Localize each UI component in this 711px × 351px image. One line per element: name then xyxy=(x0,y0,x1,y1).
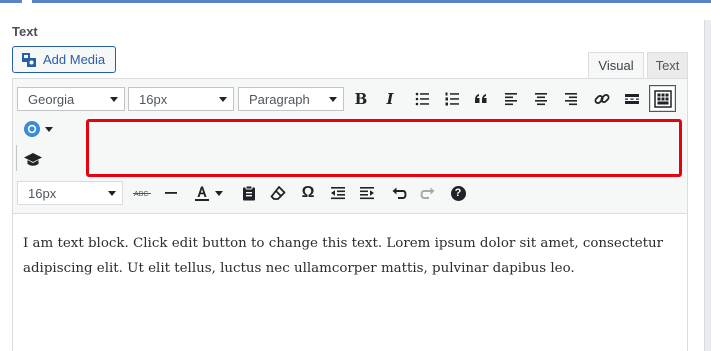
graduation-cap-icon xyxy=(24,153,42,166)
format-select[interactable]: Paragraph xyxy=(238,87,344,111)
numbered-list-button[interactable] xyxy=(440,87,464,111)
top-accent-bar xyxy=(0,0,711,3)
quote-icon xyxy=(475,94,487,103)
rich-text-editor: Georgia 16px Paragraph B I 16px ABC Ω ? … xyxy=(12,78,688,351)
strikethrough-icon: ABC xyxy=(133,191,151,198)
horizontal-line-button[interactable] xyxy=(159,181,183,205)
paste-as-text-button[interactable] xyxy=(237,181,261,205)
help-icon: ? xyxy=(450,185,466,201)
chevron-down-icon xyxy=(215,190,223,196)
top-accent-notch xyxy=(22,0,32,3)
redo-icon xyxy=(420,187,435,199)
font-size-select-secondary[interactable]: 16px xyxy=(17,181,123,205)
font-size-value-secondary: 16px xyxy=(28,185,57,201)
align-right-icon xyxy=(565,93,577,106)
font-size-select[interactable]: 16px xyxy=(128,87,234,111)
italic-button[interactable]: I xyxy=(378,87,402,111)
strikethrough-button[interactable]: ABC xyxy=(130,181,154,205)
editor-toolbar: Georgia 16px Paragraph B I 16px ABC Ω ? xyxy=(13,79,687,214)
insert-link-button[interactable] xyxy=(590,87,614,111)
chevron-down-icon xyxy=(110,97,118,102)
toolbar-divider xyxy=(16,145,17,171)
indent-icon xyxy=(360,187,374,200)
tab-text[interactable]: Text xyxy=(647,52,688,78)
editor-content[interactable]: I am text block. Click edit button to ch… xyxy=(23,231,671,281)
chevron-down-icon xyxy=(329,97,337,102)
font-family-value: Georgia xyxy=(28,91,75,107)
chevron-down-icon xyxy=(45,126,53,132)
plugin-circle-icon xyxy=(24,121,40,137)
read-more-button[interactable] xyxy=(620,87,644,111)
add-media-label: Add Media xyxy=(43,52,106,67)
link-icon xyxy=(594,94,610,104)
font-family-select[interactable]: Georgia xyxy=(17,87,125,111)
font-size-value: 16px xyxy=(139,91,168,107)
kitchen-sink-icon xyxy=(653,89,672,108)
undo-icon xyxy=(392,187,407,199)
clear-formatting-button[interactable] xyxy=(266,181,290,205)
chevron-down-icon xyxy=(219,97,227,102)
eraser-icon xyxy=(270,186,286,200)
text-color-icon xyxy=(195,186,209,201)
text-color-button[interactable] xyxy=(189,181,227,205)
plugin-dropdown-button[interactable] xyxy=(21,117,55,141)
bullet-list-icon xyxy=(415,92,429,106)
keyboard-shortcuts-button[interactable]: ? xyxy=(446,181,470,205)
align-center-button[interactable] xyxy=(529,87,553,111)
undo-button[interactable] xyxy=(387,181,411,205)
svg-text:ABC: ABC xyxy=(134,191,148,198)
align-left-button[interactable] xyxy=(499,87,523,111)
bullet-list-button[interactable] xyxy=(410,87,434,111)
bold-button[interactable]: B xyxy=(349,87,373,111)
panel-scroll-edge[interactable] xyxy=(704,20,711,351)
redo-button[interactable] xyxy=(416,181,440,205)
align-right-button[interactable] xyxy=(559,87,583,111)
tab-visual[interactable]: Visual xyxy=(588,52,644,78)
section-label: Text xyxy=(12,24,38,39)
outdent-button[interactable] xyxy=(326,181,350,205)
indent-button[interactable] xyxy=(355,181,379,205)
highlighted-empty-toolbar-region xyxy=(86,119,682,177)
blockquote-button[interactable] xyxy=(469,87,493,111)
add-media-button[interactable]: Add Media xyxy=(12,46,116,73)
toolbar-toggle-button[interactable] xyxy=(649,85,676,112)
horizontal-rule-icon xyxy=(165,192,177,194)
outdent-icon xyxy=(331,187,345,200)
clipboard-icon xyxy=(243,185,255,201)
format-value: Paragraph xyxy=(249,91,310,107)
read-more-icon xyxy=(625,94,639,104)
numbered-list-icon xyxy=(445,92,459,106)
align-left-icon xyxy=(505,93,517,106)
special-character-button[interactable]: Ω xyxy=(296,181,320,205)
align-center-icon xyxy=(535,93,547,106)
media-icon xyxy=(22,52,36,67)
chevron-down-icon xyxy=(108,191,116,196)
course-button[interactable] xyxy=(21,148,45,172)
